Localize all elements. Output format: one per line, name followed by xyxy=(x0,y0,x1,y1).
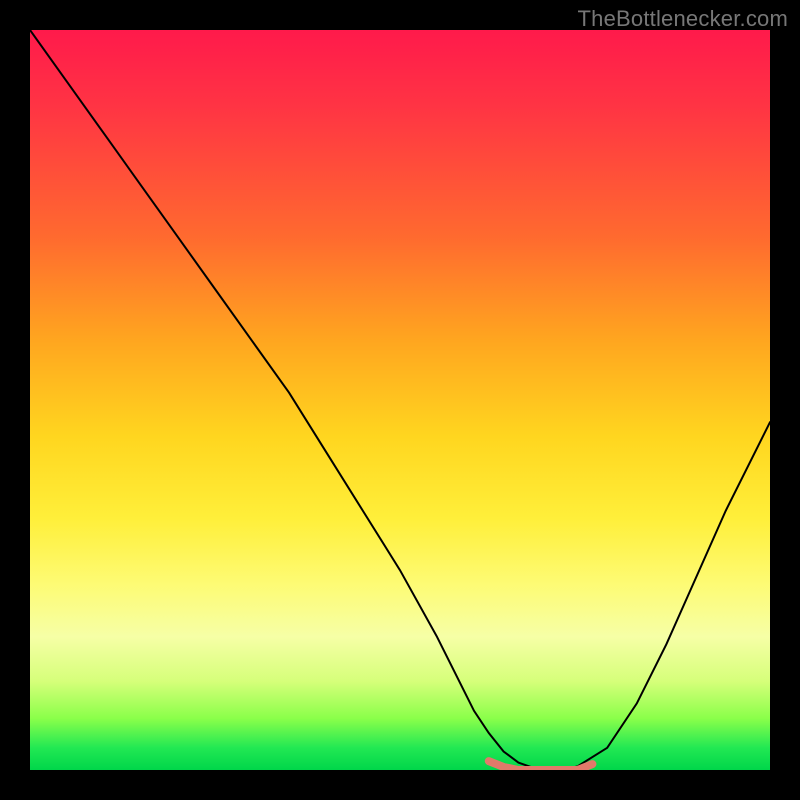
plot-area xyxy=(30,30,770,770)
watermark-text: TheBottlenecker.com xyxy=(578,6,788,32)
chart-frame: TheBottlenecker.com xyxy=(0,0,800,800)
chart-overlay xyxy=(30,30,770,770)
bottleneck-curve-path xyxy=(30,30,770,770)
